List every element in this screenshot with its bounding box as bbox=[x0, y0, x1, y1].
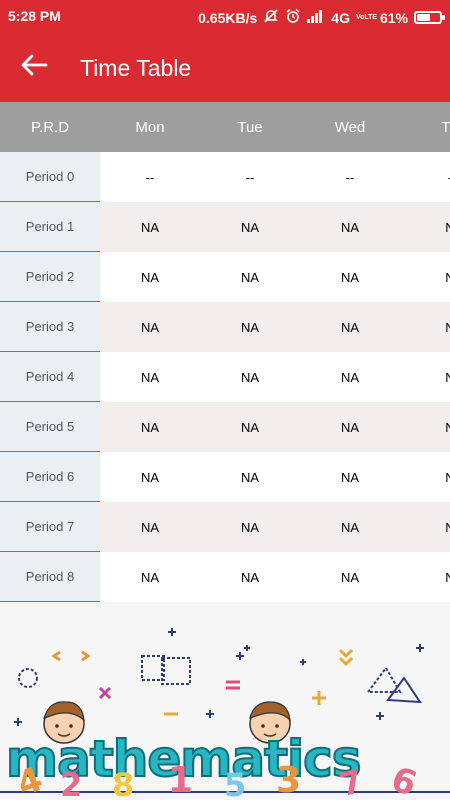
table-cell[interactable]: N bbox=[400, 352, 450, 402]
table-cell[interactable]: N bbox=[400, 302, 450, 352]
network-type: 4G bbox=[331, 9, 350, 26]
table-row[interactable]: Period 1 NA NA NA N bbox=[0, 202, 450, 252]
table-cell[interactable]: NA bbox=[100, 252, 200, 302]
table-cell[interactable]: NA bbox=[100, 302, 200, 352]
table-row[interactable]: Period 4 NA NA NA N bbox=[0, 352, 450, 402]
table-cell[interactable]: NA bbox=[200, 352, 300, 402]
table-cell[interactable]: NA bbox=[200, 552, 300, 602]
network-speed: 0.65KB/s bbox=[198, 9, 258, 26]
table-cell[interactable]: NA bbox=[100, 402, 200, 452]
table-row[interactable]: Period 5 NA NA NA N bbox=[0, 402, 450, 452]
digit: 2 bbox=[60, 766, 83, 800]
table-cell[interactable]: N bbox=[400, 402, 450, 452]
page-title: Time Table bbox=[80, 55, 192, 81]
table-cell[interactable]: NA bbox=[200, 252, 300, 302]
column-header-wed: Wed bbox=[334, 118, 366, 136]
table-cell[interactable]: NA bbox=[300, 552, 400, 602]
table-cell[interactable]: -- bbox=[200, 152, 300, 202]
status-indicators: 0.65KB/s 4G VoLTE 61% bbox=[198, 8, 445, 27]
table-cell[interactable]: N bbox=[400, 502, 450, 552]
period-label: Period 1 bbox=[0, 202, 100, 252]
table-cell[interactable]: NA bbox=[300, 352, 400, 402]
period-label: Period 7 bbox=[0, 502, 100, 552]
column-header-mon: Mon bbox=[135, 118, 165, 136]
table-cell[interactable]: NA bbox=[100, 452, 200, 502]
table-cell[interactable]: -- bbox=[100, 152, 200, 202]
table-cell[interactable]: NA bbox=[300, 302, 400, 352]
period-label: Period 0 bbox=[0, 152, 100, 202]
table-cell[interactable]: NA bbox=[300, 452, 400, 502]
table-row[interactable]: Period 8 NA NA NA N bbox=[0, 552, 450, 602]
table-cell[interactable]: NA bbox=[200, 452, 300, 502]
table-cell[interactable]: -- bbox=[300, 152, 400, 202]
status-bar: 5:28 PM 0.65KB/s 4G VoLTE 61% bbox=[0, 0, 450, 32]
table-cell[interactable]: NA bbox=[300, 502, 400, 552]
table-cell[interactable]: N bbox=[400, 252, 450, 302]
table-cell[interactable]: NA bbox=[200, 302, 300, 352]
arrow-left-icon bbox=[20, 53, 48, 82]
alarm-icon bbox=[285, 8, 301, 27]
table-cell[interactable]: N bbox=[400, 552, 450, 602]
table-row[interactable]: Period 7 NA NA NA N bbox=[0, 502, 450, 552]
status-time: 5:28 PM bbox=[8, 8, 61, 24]
table-cell[interactable]: N bbox=[400, 202, 450, 252]
period-label: Period 3 bbox=[0, 302, 100, 352]
battery-icon bbox=[414, 11, 445, 24]
table-cell[interactable]: NA bbox=[300, 252, 400, 302]
table-row[interactable]: Period 0------- bbox=[0, 152, 450, 202]
table-cell[interactable]: NA bbox=[100, 552, 200, 602]
column-header-prd: P.R.D bbox=[30, 118, 70, 136]
table-cell[interactable]: NA bbox=[300, 202, 400, 252]
table-row[interactable]: Period 2 NA NA NA N bbox=[0, 252, 450, 302]
column-header-tue: Tue bbox=[237, 118, 263, 136]
digit: 3 bbox=[276, 760, 302, 800]
mute-icon bbox=[263, 8, 279, 27]
table-header: P.R.D Mon Tue Wed Th bbox=[0, 102, 450, 152]
app-bar: Time Table bbox=[0, 32, 450, 102]
table-cell[interactable]: NA bbox=[100, 202, 200, 252]
volte-indicator: VoLTE bbox=[355, 13, 378, 21]
table-cell[interactable]: NA bbox=[200, 202, 300, 252]
signal-icon bbox=[307, 9, 325, 26]
period-label: Period 2 bbox=[0, 252, 100, 302]
table-cell[interactable]: NA bbox=[200, 502, 300, 552]
table-row[interactable]: Period 6 NA NA NA N bbox=[0, 452, 450, 502]
battery-level bbox=[417, 14, 430, 21]
mathematics-banner: mathematics 4 2 8 1 5 3 7 6 bbox=[0, 602, 450, 800]
table-cell[interactable]: NA bbox=[100, 352, 200, 402]
period-label: Period 8 bbox=[0, 552, 100, 602]
table-cell[interactable]: NA bbox=[300, 402, 400, 452]
table-cell[interactable]: NA bbox=[200, 402, 300, 452]
column-header-thu: Th bbox=[441, 118, 450, 136]
battery-percent: 61% bbox=[379, 9, 408, 26]
back-button[interactable] bbox=[14, 48, 54, 86]
period-label: Period 4 bbox=[0, 352, 100, 402]
digit: 8 bbox=[112, 766, 135, 800]
table-row[interactable]: Period 3 NA NA NA N bbox=[0, 302, 450, 352]
period-label: Period 5 bbox=[0, 402, 100, 452]
table-cell[interactable]: NA bbox=[100, 502, 200, 552]
table-cell[interactable]: N bbox=[400, 452, 450, 502]
period-label: Period 6 bbox=[0, 452, 100, 502]
timetable[interactable]: P.R.D Mon Tue Wed Th Period 0-------Peri… bbox=[0, 102, 450, 602]
digit: 1 bbox=[168, 760, 194, 800]
digit: 5 bbox=[224, 766, 247, 800]
table-cell[interactable]: - bbox=[400, 152, 450, 202]
